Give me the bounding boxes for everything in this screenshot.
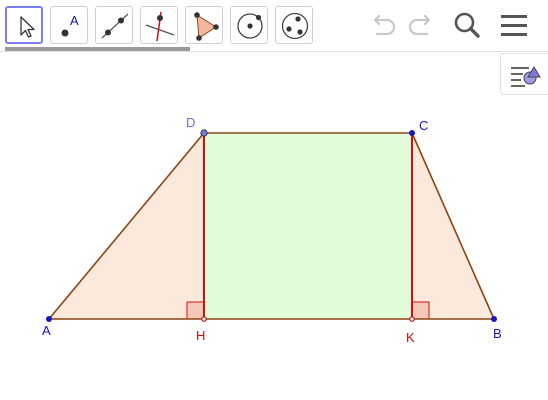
point-k[interactable]: [409, 316, 415, 322]
point-a[interactable]: [46, 316, 52, 322]
rectangle-fill: [204, 133, 412, 319]
label-d: D: [186, 115, 195, 130]
label-b: B: [493, 326, 502, 341]
label-c: C: [419, 118, 428, 133]
label-k: K: [406, 330, 415, 345]
label-h: H: [196, 328, 205, 343]
right-angle-marker-k: [411, 301, 430, 320]
point-h[interactable]: [201, 316, 207, 322]
point-d[interactable]: [200, 129, 208, 137]
label-a: A: [42, 323, 51, 338]
right-angle-marker-h: [186, 301, 205, 320]
point-c[interactable]: [409, 130, 415, 136]
point-b[interactable]: [491, 316, 497, 322]
graphics-view[interactable]: A B C D H K: [0, 0, 548, 400]
